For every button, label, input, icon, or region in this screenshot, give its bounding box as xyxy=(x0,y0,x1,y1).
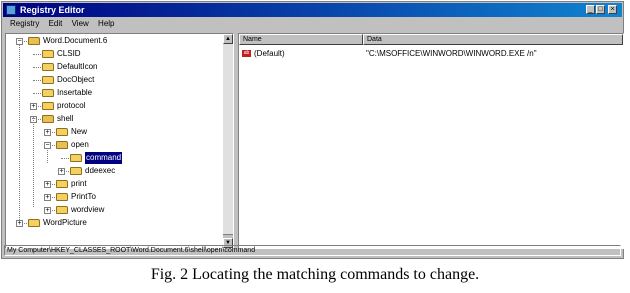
string-value-icon: ab xyxy=(242,50,251,58)
close-button[interactable]: × xyxy=(608,5,617,14)
registry-values-pane[interactable]: Name Data ab (Default) "C:\MSOFFICE\WINWO… xyxy=(238,33,624,249)
folder-icon xyxy=(42,63,54,71)
folder-icon xyxy=(28,219,40,227)
folder-icon xyxy=(56,128,68,136)
tree-node[interactable]: command xyxy=(6,152,221,164)
expand-toggle[interactable]: + xyxy=(44,194,51,201)
minimize-button[interactable]: _ xyxy=(586,5,595,14)
tree-node-label[interactable]: open xyxy=(71,139,89,151)
tree-node[interactable]: − shell xyxy=(6,113,221,125)
title-bar[interactable]: Registry Editor _ □ × xyxy=(3,3,622,17)
registry-editor-icon xyxy=(6,5,16,15)
expand-toggle[interactable]: + xyxy=(44,181,51,188)
folder-icon xyxy=(56,193,68,201)
folder-icon xyxy=(42,50,54,58)
tree-node-label[interactable]: command xyxy=(85,152,123,164)
column-header-name[interactable]: Name xyxy=(239,34,363,45)
tree-node-label[interactable]: Insertable xyxy=(57,87,92,99)
folder-icon xyxy=(70,154,82,162)
tree-node[interactable]: + ddeexec xyxy=(6,165,221,177)
tree-node[interactable]: DocObject xyxy=(6,74,221,86)
tree-node[interactable]: CLSID xyxy=(6,48,221,60)
value-data: "C:\MSOFFICE\WINWORD\WINWORD.EXE /n" xyxy=(366,49,537,58)
tree-node-label[interactable]: DefaultIcon xyxy=(57,61,97,73)
tree-node-label[interactable]: PrintTo xyxy=(71,191,96,203)
expand-toggle[interactable]: + xyxy=(44,207,51,214)
folder-icon xyxy=(70,167,82,175)
maximize-button[interactable]: □ xyxy=(596,5,605,14)
tree-node-label[interactable]: wordview xyxy=(71,204,104,216)
tree-node-label[interactable]: Word.Document.6 xyxy=(43,35,107,47)
expand-toggle[interactable]: + xyxy=(58,168,65,175)
folder-icon xyxy=(42,102,54,110)
tree-guide-line xyxy=(19,44,20,224)
status-bar-path: My Computer\HKEY_CLASSES_ROOT\Word.Docum… xyxy=(4,245,621,256)
column-header-data[interactable]: Data xyxy=(363,34,623,45)
tree-scrollbar[interactable]: ▲ ▼ xyxy=(223,34,233,248)
folder-icon xyxy=(42,89,54,97)
tree-guide-line xyxy=(47,148,48,163)
registry-editor-window: Registry Editor _ □ × Registry Edit View… xyxy=(1,1,624,259)
menu-edit[interactable]: Edit xyxy=(49,18,63,30)
tree-node[interactable]: + wordview xyxy=(6,204,221,216)
tree-node-label[interactable]: ddeexec xyxy=(85,165,115,177)
menu-view[interactable]: View xyxy=(72,18,89,30)
scroll-up-button[interactable]: ▲ xyxy=(223,34,233,44)
window-title: Registry Editor xyxy=(20,5,85,15)
folder-icon xyxy=(56,206,68,214)
tree-node-label[interactable]: WordPicture xyxy=(43,217,87,229)
tree-node-label[interactable]: New xyxy=(71,126,87,138)
tree-node[interactable]: + WordPicture xyxy=(6,217,221,229)
menu-bar: Registry Edit View Help xyxy=(3,18,622,30)
tree-node-label[interactable]: protocol xyxy=(57,100,85,112)
figure-caption: Fig. 2 Locating the matching commands to… xyxy=(150,266,480,283)
tree-node-label[interactable]: DocObject xyxy=(57,74,94,86)
tree-node[interactable]: DefaultIcon xyxy=(6,61,221,73)
tree-node-label[interactable]: shell xyxy=(57,113,73,125)
open-folder-icon xyxy=(42,115,54,123)
tree-node[interactable]: + print xyxy=(6,178,221,190)
tree-node[interactable]: Insertable xyxy=(6,87,221,99)
folder-icon xyxy=(56,180,68,188)
folder-icon xyxy=(42,76,54,84)
open-folder-icon xyxy=(56,141,68,149)
tree-guide-line xyxy=(33,117,34,207)
value-row[interactable]: ab (Default) xyxy=(242,48,285,60)
open-folder-icon xyxy=(28,37,40,45)
tree-node[interactable]: + protocol xyxy=(6,100,221,112)
tree-node-label[interactable]: CLSID xyxy=(57,48,81,60)
menu-help[interactable]: Help xyxy=(98,18,114,30)
registry-key-tree[interactable]: ▲ ▼ − Word.Document.6 CLSID DefaultIcon DocO… xyxy=(5,33,234,249)
tree-node-label[interactable]: print xyxy=(71,178,87,190)
menu-registry[interactable]: Registry xyxy=(10,18,39,30)
tree-node[interactable]: − Word.Document.6 xyxy=(6,35,221,47)
tree-node[interactable]: − open xyxy=(6,139,221,151)
expand-toggle[interactable]: + xyxy=(30,103,37,110)
value-name: (Default) xyxy=(254,49,285,58)
tree-node[interactable]: + PrintTo xyxy=(6,191,221,203)
expand-toggle[interactable]: + xyxy=(44,129,51,136)
tree-node[interactable]: + New xyxy=(6,126,221,138)
